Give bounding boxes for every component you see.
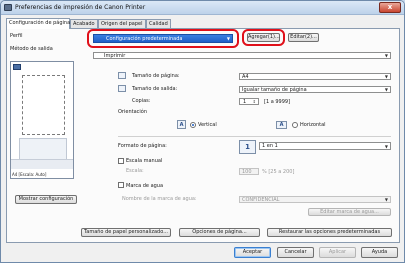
- cancel-button[interactable]: Cancelar: [277, 247, 314, 258]
- scale-input[interactable]: 100: [239, 168, 259, 175]
- page-size-dropdown[interactable]: A4 ▼: [239, 73, 391, 80]
- edit-profile-button[interactable]: Editar(2)...: [288, 33, 319, 42]
- portrait-icon: A: [177, 120, 186, 129]
- watermark-value: CONFIDENCIAL: [242, 197, 280, 203]
- tab-quality[interactable]: Calidad: [146, 19, 171, 28]
- ok-button[interactable]: Aceptar: [234, 247, 271, 258]
- copies-input[interactable]: 1 ⇕: [239, 98, 259, 105]
- printer-device-icon: [19, 138, 67, 160]
- printer-preferences-window: Preferencias de impresión de Canon Print…: [0, 0, 405, 263]
- page-layout-icon: 1: [239, 140, 256, 154]
- scale-label: Escala:: [126, 168, 144, 174]
- output-size-dropdown[interactable]: Igualar tamaño de página ▼: [239, 86, 391, 93]
- output-method-value: Imprimir: [104, 53, 126, 59]
- close-button[interactable]: x: [379, 2, 401, 13]
- watermark-dropdown[interactable]: CONFIDENCIAL ▼: [239, 196, 391, 203]
- vertical-radio[interactable]: [190, 122, 196, 128]
- watermark-name-label: Nombre de la marca de agua:: [122, 196, 197, 202]
- show-settings-button[interactable]: Mostrar configuración: [15, 195, 77, 204]
- preview-pane: A4 [Escala: Auto]: [10, 61, 74, 179]
- orientation-label: Orientación: [118, 109, 148, 115]
- page-size-value: A4: [242, 74, 249, 80]
- chevron-down-icon: ▼: [384, 197, 388, 202]
- landscape-icon: A: [276, 121, 287, 129]
- watermark-checkbox[interactable]: [118, 182, 124, 188]
- highlight-ring-profile: [87, 29, 239, 48]
- manual-scale-checkbox[interactable]: [118, 158, 124, 164]
- page-options-button[interactable]: Opciones de página...: [179, 228, 260, 237]
- watermark-label: Marca de agua: [126, 183, 164, 189]
- page-layout-value: 1 en 1: [262, 143, 278, 149]
- copies-label: Copias:: [132, 98, 151, 104]
- profile-label: Perfil: [10, 33, 23, 39]
- view-toggle-icon[interactable]: [13, 64, 21, 70]
- output-size-label: Tamaño de salida:: [132, 86, 178, 92]
- copies-value: 1: [243, 99, 247, 105]
- manual-scale-label: Escala manual: [126, 158, 163, 164]
- spinner-icon[interactable]: ⇕: [253, 99, 256, 105]
- page-size-icon: [118, 72, 126, 79]
- scale-range: % [25 a 200]: [262, 169, 295, 175]
- custom-paper-size-button[interactable]: Tamaño de papel personalizado...: [81, 228, 171, 237]
- tab-finishing[interactable]: Acabado: [70, 19, 98, 28]
- preview-toolbar: [11, 159, 73, 169]
- horizontal-radio[interactable]: [292, 122, 298, 128]
- chevron-down-icon: ▼: [384, 144, 388, 149]
- tab-paper-source[interactable]: Origen del papel: [98, 19, 146, 28]
- help-button[interactable]: Ayuda: [361, 247, 398, 258]
- scale-value: 100: [242, 169, 252, 175]
- chevron-down-icon: ▼: [384, 53, 388, 58]
- restore-defaults-button[interactable]: Restaurar las opciones predeterminadas: [267, 228, 392, 237]
- title-bar: Preferencias de impresión de Canon Print…: [1, 1, 404, 15]
- preview-caption: A4 [Escala: Auto]: [12, 172, 47, 177]
- output-method-label: Método de salida: [10, 46, 53, 52]
- page-preview: [22, 75, 65, 135]
- printer-app-icon: [4, 4, 12, 11]
- horizontal-label: Horizontal: [300, 122, 326, 128]
- output-size-icon: [118, 85, 126, 92]
- output-size-value: Igualar tamaño de página: [242, 87, 307, 93]
- output-method-dropdown[interactable]: Imprimir ▼: [93, 52, 391, 59]
- tab-page-setup[interactable]: Configuración de página: [6, 18, 70, 29]
- chevron-down-icon: ▼: [384, 74, 388, 79]
- edit-watermark-button[interactable]: Editar marca de agua...: [308, 208, 391, 216]
- page-layout-dropdown[interactable]: 1 en 1 ▼: [259, 142, 391, 150]
- copies-range: [1 a 9999]: [264, 99, 291, 105]
- chevron-down-icon: ▼: [384, 87, 388, 92]
- page-size-label: Tamaño de página:: [132, 73, 180, 79]
- window-title: Preferencias de impresión de Canon Print…: [15, 4, 146, 11]
- highlight-ring-add: [242, 29, 285, 46]
- divider: [118, 136, 391, 137]
- page-layout-label: Formato de página:: [118, 143, 167, 149]
- apply-button[interactable]: Aplicar: [319, 247, 356, 258]
- vertical-label: Vertical: [198, 122, 217, 128]
